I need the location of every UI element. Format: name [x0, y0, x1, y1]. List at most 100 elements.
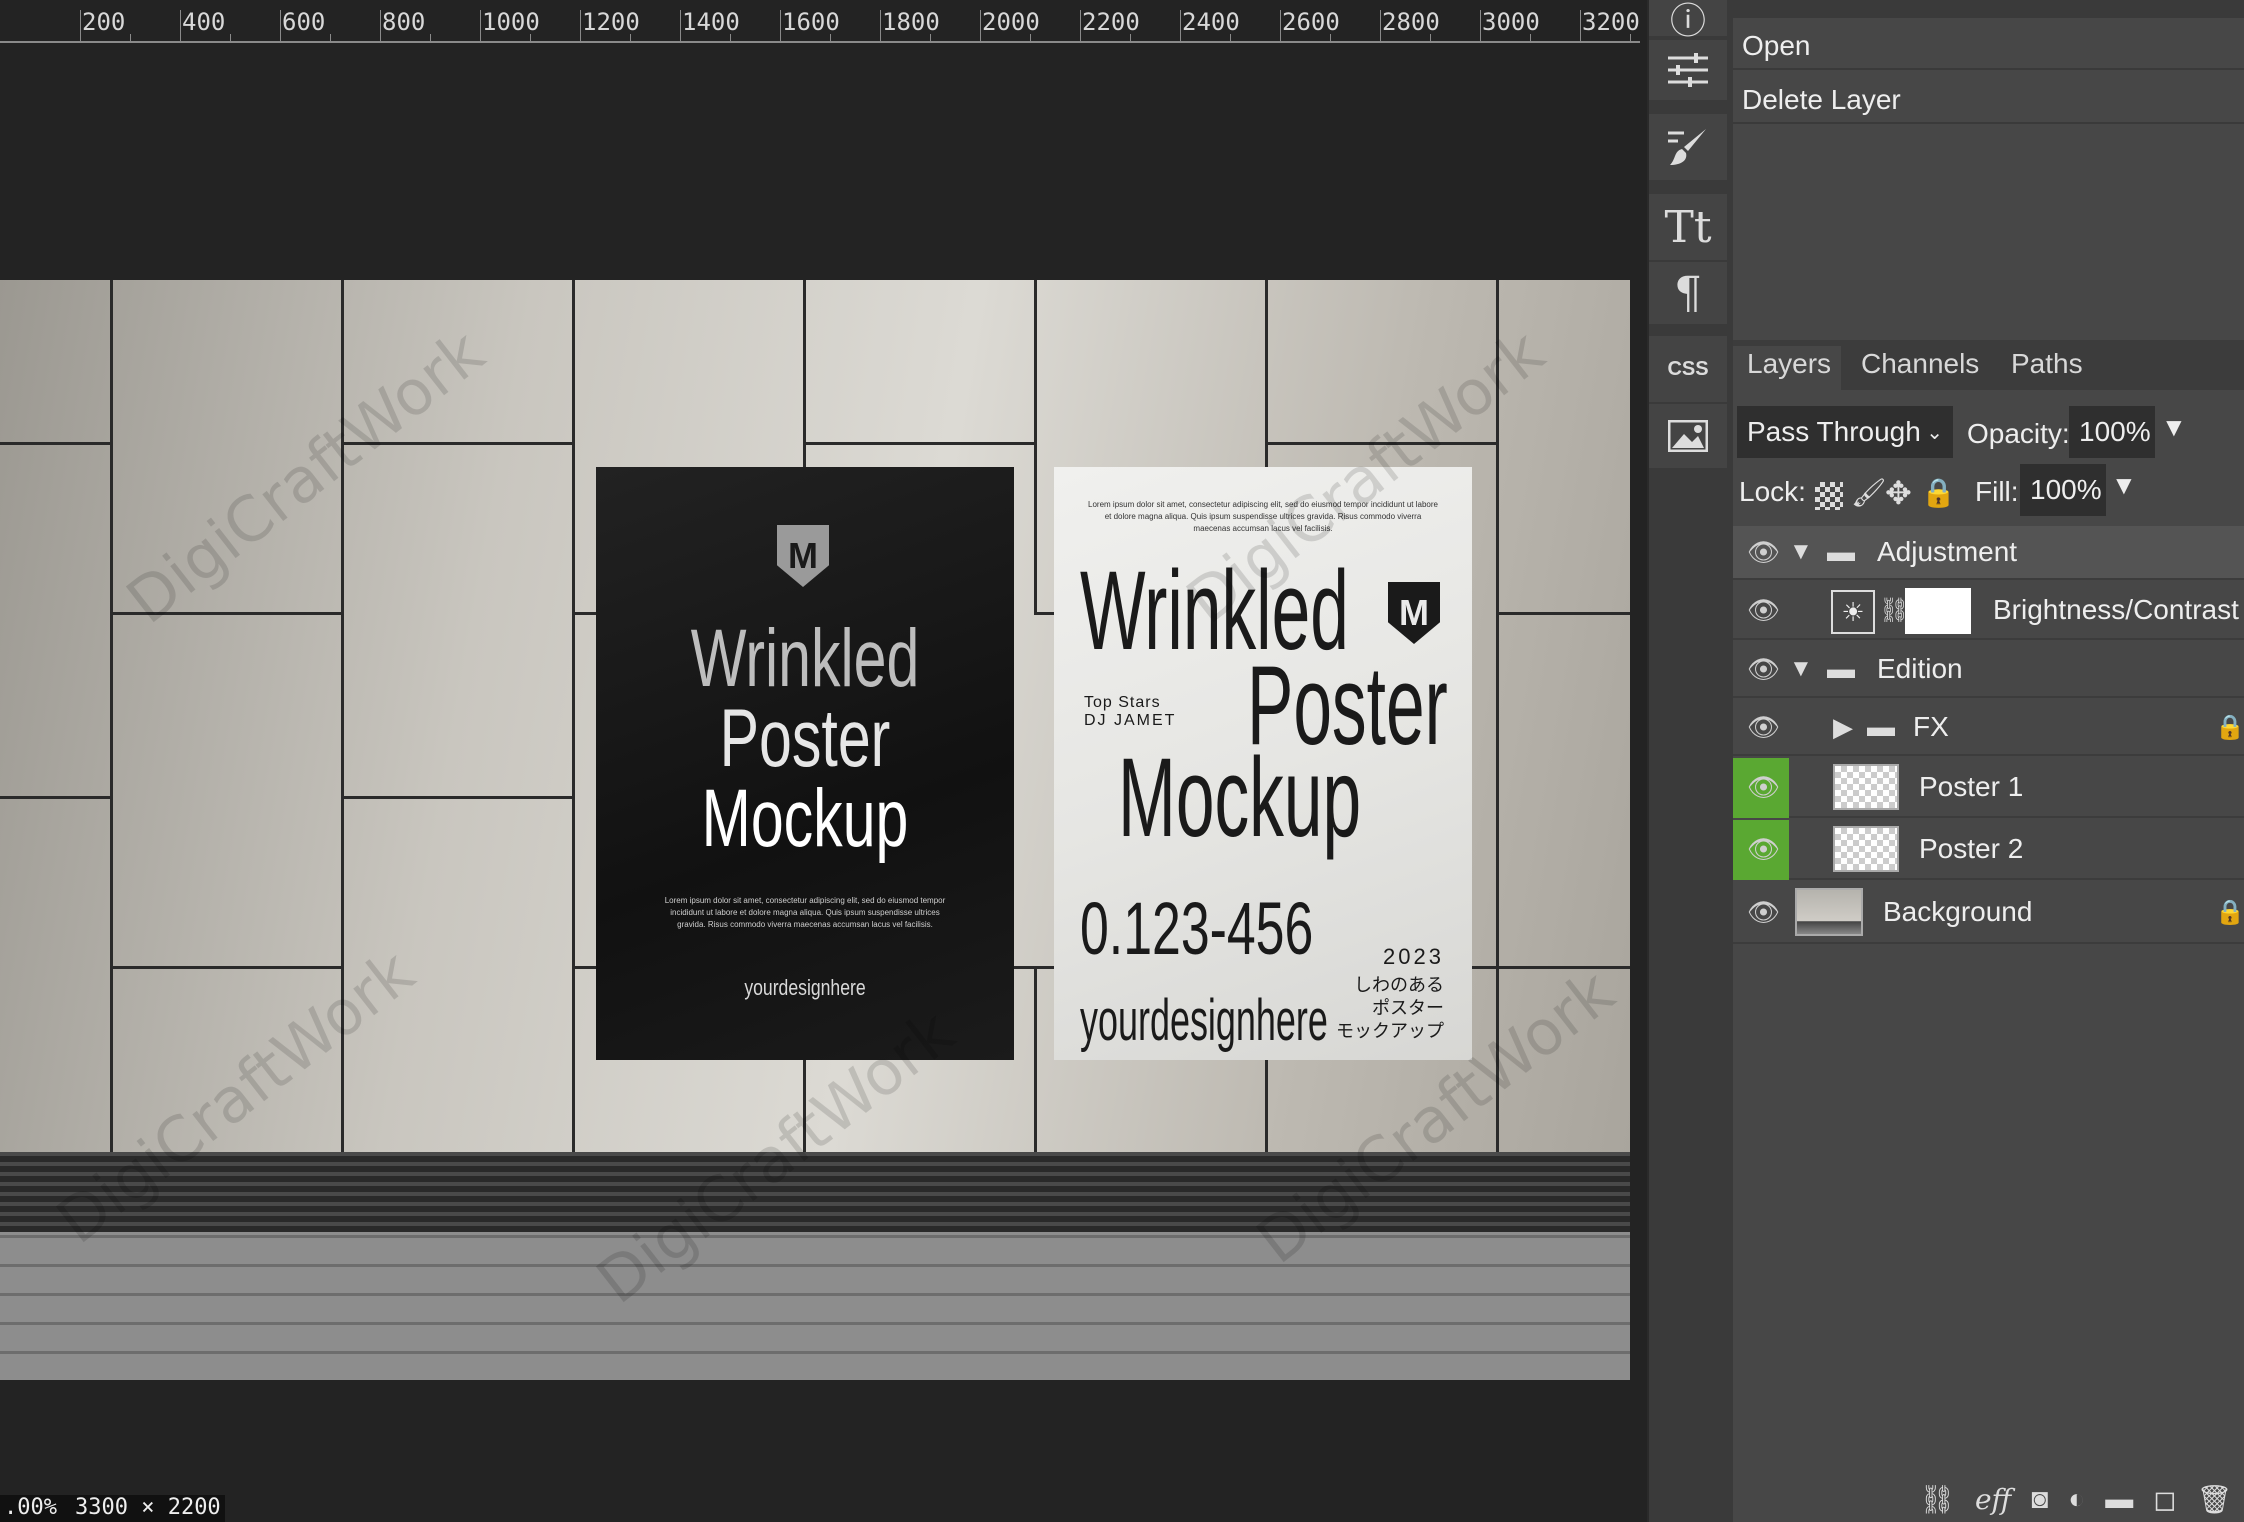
- lock-all-icon[interactable]: 🔒: [1921, 476, 1956, 509]
- paragraph-icon[interactable]: ¶: [1649, 262, 1727, 324]
- ruler-tick: [780, 10, 781, 43]
- lock-move-icon[interactable]: ✥: [1885, 474, 1912, 512]
- ruler-tick: [130, 34, 131, 43]
- layer-mask-thumb: [1905, 588, 1971, 634]
- ruler-tick: [1330, 34, 1331, 43]
- folder-icon: ▬: [1827, 653, 1855, 684]
- ruler-label: 1000: [482, 8, 540, 36]
- layer-row-fx[interactable]: 👁 ▶ ▬ FX 🔒: [1733, 700, 2244, 756]
- blend-mode-value: Pass Through: [1747, 416, 1921, 447]
- mask-icon[interactable]: ◙: [2031, 1483, 2048, 1515]
- effects-icon[interactable]: eff: [1975, 1483, 2011, 1516]
- css-icon[interactable]: CSS: [1649, 336, 1727, 402]
- ruler-tick: [1280, 10, 1281, 43]
- ruler-tick: [1230, 34, 1231, 43]
- status-bar: .00% 3300 × 2200: [0, 1495, 225, 1522]
- ruler-tick: [830, 34, 831, 43]
- ruler-tick: [380, 10, 381, 43]
- eye-icon[interactable]: 👁: [1747, 772, 1780, 803]
- history-item[interactable]: Open: [1733, 18, 2244, 70]
- ruler-tick: [1080, 10, 1081, 43]
- horizontal-ruler[interactable]: 200 400 600 800 1000 1200 1400 1600 1800…: [0, 0, 1640, 43]
- adjustment-layer-icon[interactable]: ◐: [2068, 1483, 2085, 1515]
- blend-mode-select[interactable]: Pass Through ⌄: [1737, 406, 1953, 458]
- photo-editor-window: 200 400 600 800 1000 1200 1400 1600 1800…: [0, 0, 2244, 1522]
- eye-icon[interactable]: 👁: [1747, 712, 1780, 743]
- poster-2-title-line-3: Mockup: [1118, 735, 1362, 860]
- caret-down-icon[interactable]: ▼: [2111, 470, 2137, 501]
- chevron-down-icon[interactable]: ▼: [1789, 538, 1813, 566]
- chevron-down-icon: ⌄: [1926, 421, 1943, 444]
- fill-label: Fill:: [1975, 476, 2019, 507]
- poster-1-dark: M Wrinkled Poster Mockup Lorem ipsum dol…: [596, 467, 1014, 1060]
- text-icon[interactable]: Tt: [1649, 194, 1727, 260]
- poster-2-dj: DJ JAMET: [1084, 712, 1177, 729]
- new-layer-icon[interactable]: ◻: [2153, 1483, 2176, 1516]
- eye-icon[interactable]: 👁: [1747, 654, 1780, 685]
- ruler-tick: [1480, 10, 1481, 43]
- poster-2-top-stars: Top Stars: [1084, 694, 1161, 711]
- layer-row-poster-2[interactable]: 👁 Poster 2: [1733, 820, 2244, 880]
- ruler-tick: [230, 34, 231, 43]
- ruler-tick: [730, 34, 731, 43]
- ruler-label: 1400: [682, 8, 740, 36]
- lock-transparency-icon[interactable]: [1815, 482, 1843, 510]
- new-group-icon[interactable]: ▬: [2105, 1483, 2133, 1515]
- opacity-input[interactable]: 100%: [2069, 406, 2155, 458]
- caret-down-icon[interactable]: ▼: [2161, 412, 2187, 443]
- history-item[interactable]: Delete Layer: [1733, 72, 2244, 124]
- ruler-tick: [1130, 34, 1131, 43]
- document-canvas[interactable]: M Wrinkled Poster Mockup Lorem ipsum dol…: [0, 280, 1630, 1380]
- layers-footer: ⛓ eff ◙ ◐ ▬ ◻ 🗑: [1733, 1476, 2244, 1522]
- chevron-right-icon[interactable]: ▶: [1833, 712, 1853, 743]
- brush-icon[interactable]: [1649, 114, 1727, 180]
- layer-row-edition[interactable]: 👁 ▼ ▬ Edition: [1733, 642, 2244, 698]
- link-layers-icon[interactable]: ⛓: [1919, 1483, 1955, 1516]
- ruler-tick: [530, 34, 531, 43]
- lock-label: Lock:: [1739, 476, 1806, 507]
- eye-icon[interactable]: 👁: [1747, 537, 1780, 568]
- layer-name: Background: [1883, 896, 2033, 927]
- ruler-label: 3200: [1582, 8, 1640, 36]
- chevron-down-icon[interactable]: ▼: [1789, 655, 1813, 683]
- lock-icon: 🔒: [2215, 713, 2244, 741]
- poster-1-body-text: Lorem ipsum dolor sit amet, consectetur …: [664, 896, 946, 929]
- ruler-label: 2400: [1182, 8, 1240, 36]
- eye-icon[interactable]: 👁: [1747, 897, 1780, 928]
- eye-icon[interactable]: 👁: [1747, 834, 1780, 865]
- tab-channels[interactable]: Channels: [1861, 348, 1979, 380]
- lock-paint-icon[interactable]: 🖌: [1851, 476, 1887, 509]
- fill-input[interactable]: 100%: [2020, 464, 2106, 516]
- smart-object-thumb: [1833, 764, 1899, 810]
- ruler-label: 2800: [1382, 8, 1440, 36]
- logo-letter: M: [788, 535, 818, 576]
- layer-row-poster-1[interactable]: 👁 Poster 1: [1733, 758, 2244, 818]
- layers-tab-bar: Layers Channels Paths: [1733, 340, 2244, 390]
- layer-row-background[interactable]: 👁 Background 🔒: [1733, 882, 2244, 944]
- layer-row-adjustment[interactable]: 👁 ▼ ▬ Adjustment: [1733, 526, 2244, 580]
- zoom-level[interactable]: .00%: [4, 1495, 57, 1522]
- wall-tile: [0, 796, 113, 1156]
- poster-2-site: yourdesignhere: [1080, 988, 1328, 1053]
- adjustments-icon[interactable]: [1649, 40, 1727, 100]
- image-icon[interactable]: [1649, 404, 1727, 468]
- tab-layers[interactable]: Layers: [1747, 348, 1831, 380]
- tab-paths[interactable]: Paths: [2011, 348, 2083, 380]
- history-panel: Open Delete Layer: [1733, 0, 2244, 340]
- ruler-tick: [630, 34, 631, 43]
- ruler-tick: [580, 10, 581, 43]
- wall-tile: [110, 612, 344, 969]
- info-icon[interactable]: ⓘ: [1649, 0, 1727, 41]
- eye-icon[interactable]: 👁: [1747, 595, 1780, 626]
- layer-name: Poster 2: [1919, 833, 2024, 864]
- folder-icon: ▬: [1867, 711, 1895, 742]
- ruler-tick: [880, 10, 881, 43]
- ruler-label: 1800: [882, 8, 940, 36]
- ruler-tick: [930, 34, 931, 43]
- trash-icon[interactable]: 🗑: [2196, 1483, 2232, 1516]
- poster-2-jp-line-3: モックアップ: [1336, 1021, 1444, 1041]
- layer-row-brightness-contrast[interactable]: 👁 ☀ ⛓ Brightness/Contrast: [1733, 582, 2244, 640]
- ruler-tick: [1380, 10, 1381, 43]
- logo-letter: M: [1399, 592, 1429, 633]
- ruler-tick: [980, 10, 981, 43]
